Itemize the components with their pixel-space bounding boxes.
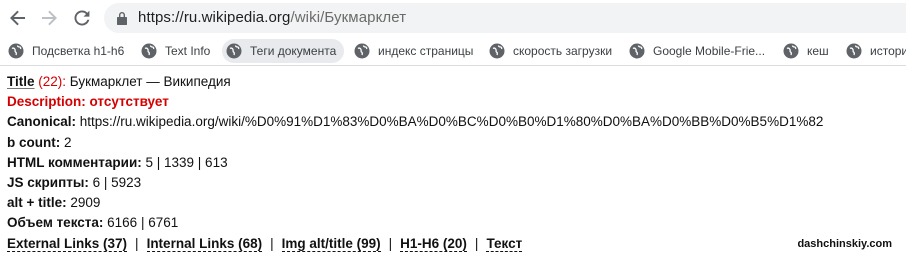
watermark: dashchinskiy.com — [797, 238, 892, 250]
arrow-right-icon — [42, 10, 57, 26]
canonical-label: Canonical: — [7, 114, 77, 130]
report-links-row: External Links (37) | Internal Links (68) |… — [7, 234, 902, 254]
bookmark-label: кеш — [807, 44, 829, 58]
reload-icon — [74, 10, 90, 26]
alt-title-label: alt + title: — [7, 195, 67, 211]
globe-icon — [783, 43, 799, 59]
link-separator: | — [388, 235, 393, 251]
bookmark-label: Google Mobile-Frie... — [653, 44, 766, 58]
url-text: https://ru.wikipedia.org/wiki/Букмарклет — [138, 9, 406, 26]
url-path: /wiki/Букмарклет — [290, 9, 407, 26]
bookmark-label: истори — [870, 44, 906, 58]
b-count-value: 2 — [60, 134, 72, 150]
globe-icon — [846, 43, 862, 59]
bookmark-item-page-index[interactable]: индекс страницы — [354, 39, 473, 63]
bookmark-item-text-info[interactable]: Text Info — [141, 39, 210, 63]
seo-report: Title (22): Букмарклет — Википедия Descr… — [7, 72, 902, 254]
img-alt-title-link[interactable]: Img alt/title (99) — [281, 235, 381, 252]
bookmark-label: Теги документа — [250, 44, 337, 58]
canonical-row: Canonical: https://ru.wikipedia.org/wiki… — [7, 112, 902, 132]
description-value: отсутствует — [85, 94, 169, 110]
link-separator: | — [135, 235, 139, 251]
js-scripts-row: JS скрипты: 6 | 5923 — [7, 173, 902, 193]
bookmark-item-cache[interactable]: кеш — [783, 39, 829, 63]
html-comments-value: 5 | 1339 | 613 — [141, 154, 228, 170]
bookmark-item-document-tags[interactable]: Теги документа — [222, 39, 345, 63]
html-comments-row: HTML комментарии: 5 | 1339 | 613 — [7, 153, 902, 173]
description-label: Description: — [7, 94, 86, 110]
back-button[interactable] — [6, 6, 30, 30]
bookmark-label: Text Info — [165, 44, 211, 58]
link-separator: | — [270, 235, 274, 251]
globe-icon — [8, 43, 24, 59]
description-row: Description: отсутствует — [7, 92, 902, 112]
forward-button[interactable] — [37, 6, 61, 30]
link-separator: | — [474, 235, 479, 251]
text-volume-row: Объем текста: 6166 | 6761 — [7, 213, 902, 233]
globe-icon — [226, 43, 242, 59]
globe-icon — [629, 43, 645, 59]
text-volume-label: Объем текста: — [7, 215, 104, 231]
bookmark-item-headings-highlight[interactable]: Подсветка h1-h6 — [8, 39, 124, 63]
url-host: https://ru.wikipedia.org — [138, 9, 291, 26]
internal-links-link[interactable]: Internal Links (68) — [146, 235, 263, 252]
alt-title-value: 2909 — [66, 195, 101, 211]
external-links-link[interactable]: External Links (37) — [7, 235, 128, 252]
html-comments-label: HTML комментарии: — [7, 154, 142, 170]
text-volume-value: 6166 | 6761 — [103, 215, 179, 231]
title-label: Title — [7, 74, 35, 89]
bookmarks-bar: Подсветка h1-h6 Text Info Теги документа… — [0, 36, 906, 66]
bookmark-item-google-mobile-friendly[interactable]: Google Mobile-Frie... — [629, 39, 765, 63]
globe-icon — [141, 43, 157, 59]
js-scripts-label: JS скрипты: — [7, 174, 89, 190]
title-row: Title (22): Букмарклет — Википедия — [7, 72, 902, 92]
text-link[interactable]: Текст — [486, 235, 523, 252]
bookmark-label: Подсветка h1-h6 — [32, 44, 125, 58]
bookmark-item-load-speed[interactable]: скорость загрузки — [489, 39, 612, 63]
arrow-left-icon — [10, 10, 25, 26]
globe-icon — [354, 43, 370, 59]
title-length: (22): — [34, 74, 67, 89]
js-scripts-value: 6 | 5923 — [88, 174, 142, 190]
bookmark-label: индекс страницы — [378, 44, 474, 58]
alt-title-row: alt + title: 2909 — [7, 193, 902, 213]
b-count-label: b count: — [7, 134, 61, 150]
bookmark-item-history[interactable]: истори — [846, 39, 906, 63]
browser-toolbar: https://ru.wikipedia.org/wiki/Букмарклет — [0, 0, 906, 36]
lock-icon — [117, 12, 127, 25]
title-value: Букмарклет — Википедия — [66, 74, 231, 89]
globe-icon — [489, 43, 505, 59]
headings-link[interactable]: H1-H6 (20) — [400, 235, 467, 252]
canonical-value: https://ru.wikipedia.org/wiki/%D0%91%D1%… — [76, 114, 824, 130]
b-count-row: b count: 2 — [7, 133, 902, 153]
reload-button[interactable] — [70, 6, 94, 30]
address-bar[interactable]: https://ru.wikipedia.org/wiki/Букмарклет — [104, 3, 906, 33]
bookmark-label: скорость загрузки — [513, 44, 613, 58]
